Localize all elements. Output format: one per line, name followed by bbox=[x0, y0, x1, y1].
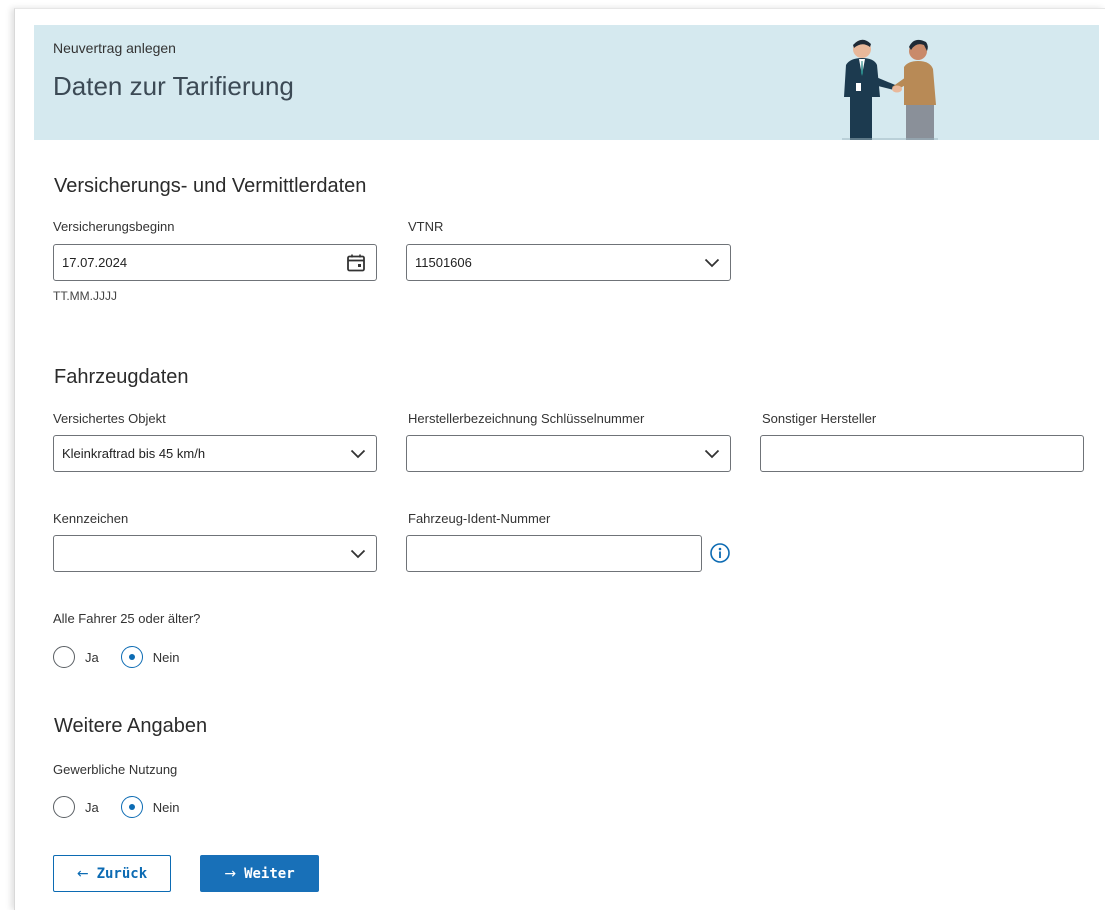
section-heading-vehicle: Fahrzeugdaten bbox=[54, 366, 189, 388]
start-date-value: 17.07.2024 bbox=[62, 255, 128, 270]
vin-input[interactable] bbox=[406, 535, 702, 572]
chevron-down-icon bbox=[704, 436, 720, 471]
vin-label: Fahrzeug-Ident-Nummer bbox=[408, 511, 551, 526]
insured-object-select[interactable]: Kleinkraftrad bis 45 km/h bbox=[53, 435, 377, 472]
next-button[interactable]: → Weiter bbox=[200, 855, 319, 892]
commercial-use-no-radio[interactable] bbox=[120, 796, 143, 818]
commercial-use-question: Gewerbliche Nutzung bbox=[53, 762, 178, 777]
other-manufacturer-input[interactable] bbox=[760, 435, 1084, 472]
page-title: Daten zur Tarifierung bbox=[53, 71, 294, 101]
banner-subtitle: Neuvertrag anlegen bbox=[53, 40, 176, 56]
header-banner: Neuvertrag anlegen Daten zur Tarifierung bbox=[34, 25, 1099, 140]
commercial-use-radio-group: Ja Nein bbox=[53, 796, 201, 818]
chevron-down-icon bbox=[350, 536, 366, 571]
start-date-input[interactable]: 17.07.2024 bbox=[53, 244, 377, 281]
section-heading-more: Weitere Angaben bbox=[54, 715, 208, 737]
back-button-label: Zurück bbox=[96, 865, 148, 882]
drivers-age-yes-radio[interactable] bbox=[53, 646, 75, 668]
chevron-down-icon bbox=[350, 436, 366, 471]
info-icon[interactable] bbox=[709, 542, 731, 564]
drivers-age-radio-group: Ja Nein bbox=[53, 646, 201, 668]
insured-object-label: Versichertes Objekt bbox=[53, 411, 166, 426]
handshake-illustration bbox=[842, 39, 938, 140]
drivers-age-no-radio[interactable] bbox=[120, 646, 143, 668]
vtnr-select[interactable]: 11501606 bbox=[406, 244, 731, 281]
chevron-down-icon bbox=[704, 245, 720, 280]
arrow-left-icon: ← bbox=[76, 865, 89, 882]
other-manufacturer-label: Sonstiger Hersteller bbox=[762, 411, 877, 426]
arrow-right-icon: → bbox=[224, 865, 237, 882]
start-date-label: Versicherungsbeginn bbox=[53, 219, 175, 234]
drivers-age-no-label[interactable]: Nein bbox=[153, 650, 180, 665]
insured-object-value: Kleinkraftrad bis 45 km/h bbox=[62, 446, 206, 461]
commercial-use-no-label[interactable]: Nein bbox=[153, 800, 180, 815]
drivers-age-question: Alle Fahrer 25 oder älter? bbox=[53, 611, 201, 626]
section-heading-insurance: Versicherungs- und Vermittlerdaten bbox=[54, 175, 367, 197]
vtnr-label: VTNR bbox=[408, 219, 444, 234]
manufacturer-label: Herstellerbezeichnung Schlüsselnummer bbox=[408, 411, 645, 426]
plate-label: Kennzeichen bbox=[53, 511, 129, 526]
vtnr-value: 11501606 bbox=[415, 255, 472, 270]
plate-select[interactable] bbox=[53, 535, 377, 572]
date-format-hint: TT.MM.JJJJ bbox=[53, 289, 117, 303]
next-button-label: Weiter bbox=[244, 865, 295, 882]
manufacturer-select[interactable] bbox=[406, 435, 731, 472]
commercial-use-yes-label[interactable]: Ja bbox=[85, 800, 99, 815]
drivers-age-yes-label[interactable]: Ja bbox=[85, 650, 99, 665]
back-button[interactable]: ← Zurück bbox=[53, 855, 171, 892]
commercial-use-yes-radio[interactable] bbox=[53, 796, 75, 818]
calendar-icon[interactable] bbox=[346, 245, 366, 280]
